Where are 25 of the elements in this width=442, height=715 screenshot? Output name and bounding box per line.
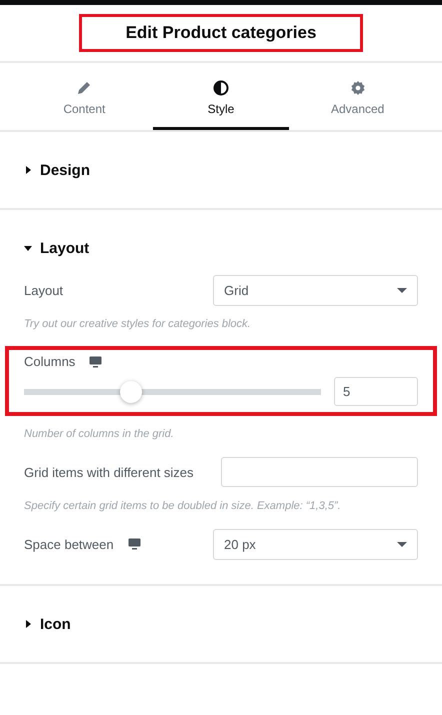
pencil-icon — [76, 80, 92, 96]
section-header[interactable]: Icon — [24, 586, 71, 662]
hint-text: Specify certain grid items to be doubled in size. Example: “1,3,5”. — [24, 500, 342, 512]
tab[interactable]: Content — [16, 63, 153, 130]
dropdown-caret-icon — [397, 542, 407, 546]
select-field[interactable]: Grid — [213, 274, 418, 306]
text-input[interactable] — [221, 457, 418, 487]
field-label: Space between — [24, 536, 114, 552]
caret-icon — [24, 620, 32, 628]
number-input[interactable]: 5 — [334, 377, 418, 406]
panel-title: Edit Product categories — [78, 14, 364, 52]
contrast-icon — [213, 80, 229, 96]
dropdown-caret-icon — [397, 288, 407, 292]
slider-thumb[interactable] — [120, 380, 142, 402]
settings-icon — [350, 80, 366, 96]
field-label: Columns — [24, 354, 76, 369]
section-header[interactable]: Design — [24, 132, 90, 208]
hint-text: Number of columns in the grid. — [24, 428, 175, 440]
caret-icon — [24, 244, 32, 252]
tab[interactable]: Style — [152, 63, 290, 130]
caret-icon — [24, 166, 32, 174]
select-field[interactable]: 20 px — [213, 528, 418, 560]
tab[interactable]: Advanced — [289, 63, 426, 130]
hint-text: Try out our creative styles for categories block. — [24, 318, 252, 330]
field-label: Grid items with different sizes — [24, 464, 194, 480]
